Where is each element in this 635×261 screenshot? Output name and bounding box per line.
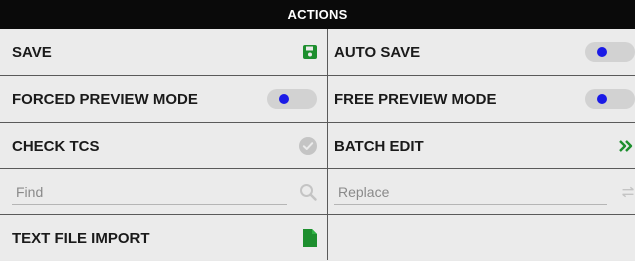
forced-preview-action: FORCED PREVIEW MODE — [0, 76, 327, 122]
find-action — [0, 169, 327, 215]
actions-header: ACTIONS — [0, 0, 635, 29]
batch-edit-action[interactable]: BATCH EDIT — [328, 123, 635, 169]
find-field-wrap — [12, 178, 287, 206]
auto-save-toggle[interactable] — [585, 42, 635, 62]
empty-cell — [328, 215, 635, 261]
free-preview-label: FREE PREVIEW MODE — [334, 90, 497, 108]
forced-preview-toggle[interactable] — [267, 89, 317, 109]
replace-input[interactable] — [334, 179, 607, 205]
actions-title: ACTIONS — [287, 7, 348, 22]
toggle-knob — [597, 47, 607, 57]
replace-arrows-icon[interactable] — [621, 185, 635, 199]
free-preview-action: FREE PREVIEW MODE — [328, 76, 635, 122]
toggle-knob — [279, 94, 289, 104]
floppy-disk-icon[interactable] — [303, 45, 317, 59]
find-input[interactable] — [12, 179, 287, 205]
file-icon[interactable] — [303, 229, 317, 247]
check-tcs-label: CHECK TCS — [12, 137, 100, 155]
forced-preview-label: FORCED PREVIEW MODE — [12, 90, 198, 108]
row-divider — [0, 168, 635, 169]
check-tcs-action[interactable]: CHECK TCS — [0, 123, 327, 169]
toggle-knob — [597, 94, 607, 104]
save-action[interactable]: SAVE — [0, 29, 327, 75]
auto-save-label: AUTO SAVE — [334, 43, 421, 61]
row-divider — [0, 75, 635, 76]
double-chevron-right-icon[interactable] — [619, 140, 633, 152]
search-icon[interactable] — [299, 183, 317, 201]
check-circle-icon[interactable] — [299, 137, 317, 155]
row-divider — [0, 122, 635, 123]
text-file-import-action[interactable]: TEXT FILE IMPORT — [0, 215, 327, 261]
auto-save-action: AUTO SAVE — [328, 29, 635, 75]
actions-grid: SAVE AUTO SAVE FORCED PREVIEW MODE FREE … — [0, 29, 635, 260]
replace-action — [328, 169, 635, 215]
batch-edit-label: BATCH EDIT — [334, 137, 424, 155]
save-label: SAVE — [12, 43, 52, 61]
replace-field-wrap — [334, 178, 607, 206]
row-divider — [0, 214, 635, 215]
text-file-import-label: TEXT FILE IMPORT — [12, 229, 150, 247]
column-divider — [327, 29, 328, 260]
free-preview-toggle[interactable] — [585, 89, 635, 109]
